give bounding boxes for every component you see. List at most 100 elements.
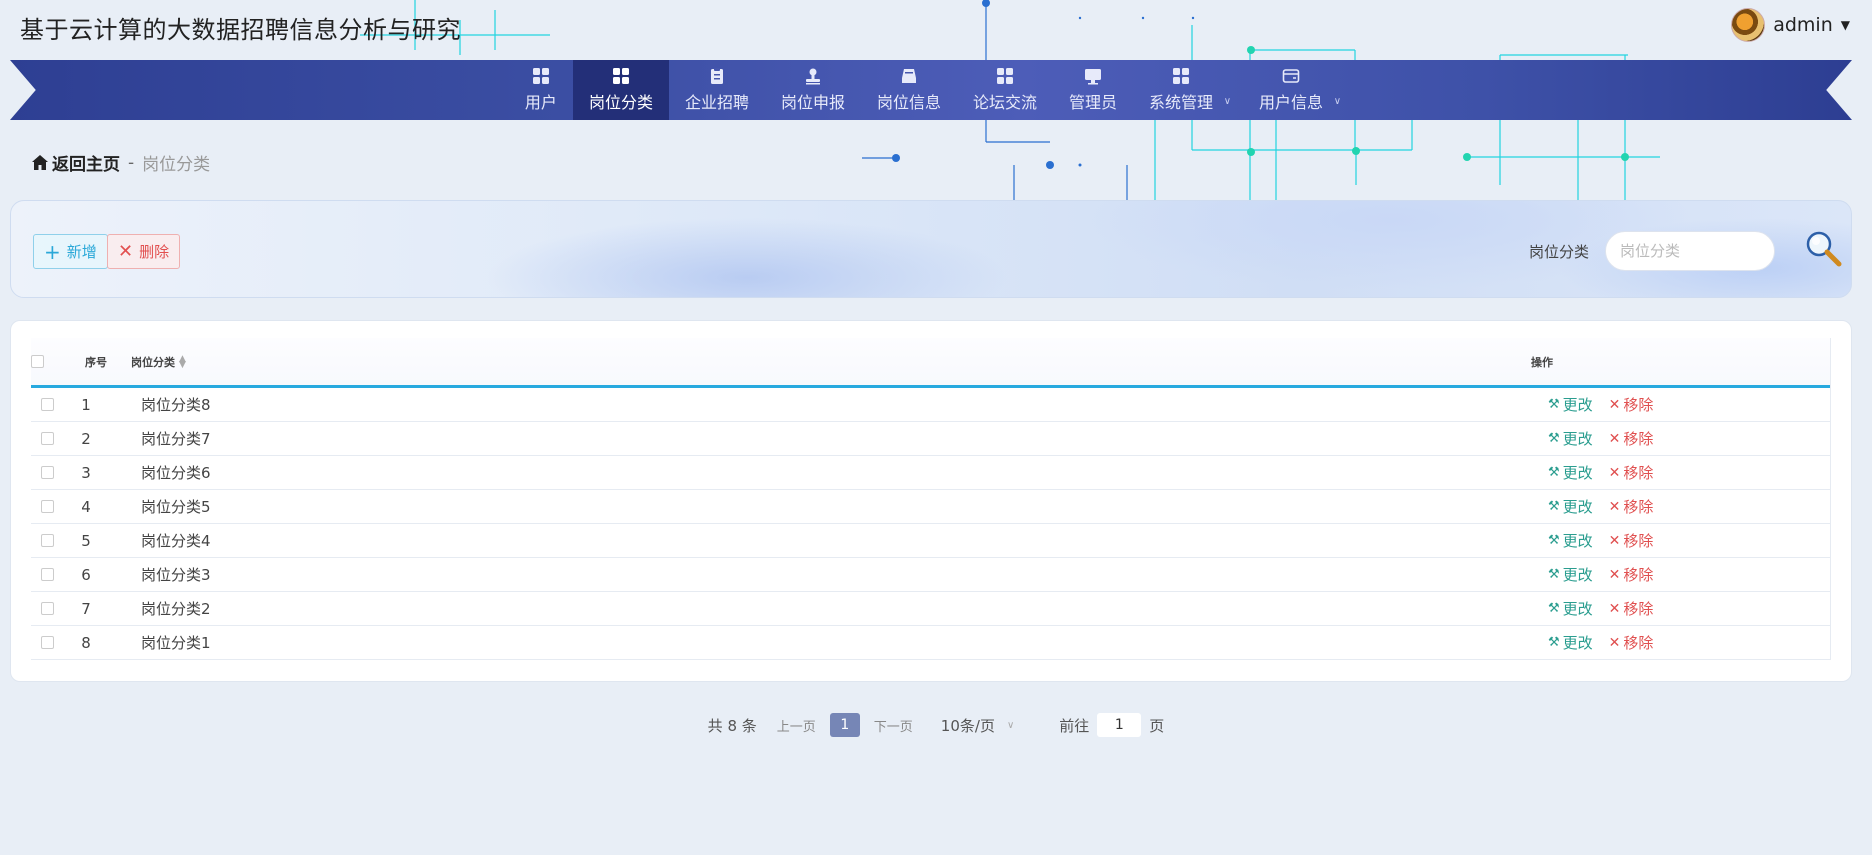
- row-index: 6: [81, 565, 91, 584]
- remove-button[interactable]: ✕ 移除: [1609, 530, 1654, 551]
- table-row[interactable]: 6 岗位分类3 ⚒ 更改 ✕ 移除: [31, 558, 1831, 592]
- row-name: 岗位分类6: [141, 464, 211, 482]
- close-icon: ✕: [1608, 634, 1621, 651]
- remove-button[interactable]: ✕ 移除: [1609, 632, 1654, 653]
- table-border: [1830, 338, 1831, 660]
- table-row[interactable]: 7 岗位分类2 ⚒ 更改 ✕ 移除: [31, 592, 1831, 626]
- remove-button[interactable]: ✕ 移除: [1609, 496, 1654, 517]
- edit-label: 更改: [1562, 532, 1593, 550]
- nav-item-job-category[interactable]: 岗位分类: [572, 60, 669, 120]
- edit-button[interactable]: ⚒ 更改: [1548, 564, 1593, 585]
- column-name[interactable]: 岗位分类 ▲ ▼: [131, 354, 186, 370]
- table-row[interactable]: 8 岗位分类1 ⚒ 更改 ✕ 移除: [31, 626, 1831, 660]
- sort-icon[interactable]: ▲ ▼: [179, 354, 186, 369]
- goto-page-input[interactable]: [1097, 713, 1142, 737]
- remove-button[interactable]: ✕ 移除: [1609, 564, 1654, 585]
- tools-icon: ⚒: [1548, 635, 1560, 650]
- nav-item-job-apply[interactable]: 岗位申报: [765, 60, 861, 120]
- table-row[interactable]: 2 岗位分类7 ⚒ 更改 ✕ 移除: [31, 422, 1831, 456]
- nav-item-users[interactable]: 用户: [509, 60, 573, 120]
- row-actions: ⚒ 更改 ✕ 移除: [1548, 530, 1653, 551]
- table-row[interactable]: 4 岗位分类5 ⚒ 更改 ✕ 移除: [31, 490, 1831, 524]
- row-checkbox[interactable]: [41, 398, 54, 411]
- inbox-icon: [901, 69, 916, 83]
- delete-button[interactable]: ✕ 删除: [107, 234, 181, 269]
- edit-label: 更改: [1562, 498, 1593, 516]
- edit-button[interactable]: ⚒ 更改: [1548, 428, 1593, 449]
- search-field-label: 岗位分类: [1529, 243, 1590, 261]
- home-icon: [32, 155, 48, 170]
- chevron-down-icon: ∨: [1223, 96, 1232, 107]
- tools-icon: ⚒: [1548, 533, 1560, 548]
- nav-item-admin[interactable]: 管理员: [1053, 60, 1133, 120]
- table-row[interactable]: 3 岗位分类6 ⚒ 更改 ✕ 移除: [31, 456, 1831, 490]
- row-name: 岗位分类5: [141, 498, 211, 516]
- nav-label: 管理员: [1069, 93, 1118, 112]
- nav-item-company-recruit[interactable]: 企业招聘: [669, 60, 765, 120]
- caret-down-icon[interactable]: ▼: [1841, 18, 1850, 32]
- edit-button[interactable]: ⚒ 更改: [1548, 462, 1593, 483]
- avatar[interactable]: [1731, 8, 1766, 42]
- row-checkbox[interactable]: [41, 466, 54, 479]
- search-input[interactable]: [1605, 231, 1775, 271]
- select-all-checkbox[interactable]: [31, 355, 44, 368]
- nav-label: 论坛交流: [973, 93, 1038, 112]
- goto-suffix: 页: [1149, 716, 1165, 735]
- row-checkbox[interactable]: [41, 602, 54, 615]
- grid-icon: [997, 68, 1013, 84]
- remove-button[interactable]: ✕ 移除: [1609, 428, 1654, 449]
- edit-button[interactable]: ⚒ 更改: [1548, 598, 1593, 619]
- row-actions: ⚒ 更改 ✕ 移除: [1548, 598, 1653, 619]
- nav-item-system[interactable]: 系统管理 ∨: [1133, 60, 1243, 120]
- edit-button[interactable]: ⚒ 更改: [1548, 394, 1593, 415]
- row-checkbox[interactable]: [41, 500, 54, 513]
- table-header: 序号 岗位分类 ▲ ▼ 操作: [31, 338, 1831, 388]
- row-checkbox[interactable]: [41, 568, 54, 581]
- edit-button[interactable]: ⚒ 更改: [1548, 530, 1593, 551]
- row-name: 岗位分类2: [141, 600, 211, 618]
- row-checkbox[interactable]: [41, 636, 54, 649]
- nav-label: 用户信息: [1259, 93, 1324, 112]
- remove-button[interactable]: ✕ 移除: [1609, 462, 1654, 483]
- user-name[interactable]: admin: [1773, 14, 1833, 36]
- column-index: 序号: [85, 355, 107, 369]
- nav-item-user-info[interactable]: 用户信息 ∨: [1243, 60, 1353, 120]
- row-checkbox[interactable]: [41, 432, 54, 445]
- row-name: 岗位分类4: [141, 532, 211, 550]
- tools-icon: ⚒: [1548, 465, 1560, 480]
- close-icon: ✕: [1608, 498, 1621, 515]
- breadcrumb-home[interactable]: 返回主页: [32, 150, 120, 175]
- user-menu[interactable]: admin ▼: [1731, 8, 1850, 42]
- row-actions: ⚒ 更改 ✕ 移除: [1548, 394, 1653, 415]
- edit-label: 更改: [1562, 600, 1593, 618]
- page-number-button[interactable]: 1: [829, 713, 860, 737]
- row-name: 岗位分类7: [141, 430, 211, 448]
- close-icon: ✕: [1608, 566, 1621, 583]
- page-size-select[interactable]: 10条/页 ∨: [941, 715, 1014, 736]
- nav-label: 岗位信息: [876, 93, 941, 112]
- nav-label: 岗位申报: [780, 93, 845, 112]
- table-row[interactable]: 1 岗位分类8 ⚒ 更改 ✕ 移除: [31, 388, 1831, 422]
- prev-page-button[interactable]: 上一页: [777, 716, 816, 735]
- nav-item-job-info[interactable]: 岗位信息: [861, 60, 957, 120]
- nav-item-forum[interactable]: 论坛交流: [957, 60, 1053, 120]
- breadcrumb-home-label[interactable]: 返回主页: [52, 150, 120, 175]
- search-icon[interactable]: [1801, 227, 1845, 271]
- table-row[interactable]: 5 岗位分类4 ⚒ 更改 ✕ 移除: [31, 524, 1831, 558]
- remove-button[interactable]: ✕ 移除: [1609, 394, 1654, 415]
- plus-icon: +: [44, 239, 61, 264]
- row-index: 7: [81, 599, 91, 618]
- row-actions: ⚒ 更改 ✕ 移除: [1548, 428, 1653, 449]
- remove-label: 移除: [1623, 498, 1654, 516]
- next-page-button[interactable]: 下一页: [874, 716, 913, 735]
- row-checkbox[interactable]: [41, 534, 54, 547]
- edit-button[interactable]: ⚒ 更改: [1548, 632, 1593, 653]
- remove-label: 移除: [1623, 464, 1654, 482]
- row-actions: ⚒ 更改 ✕ 移除: [1548, 462, 1653, 483]
- close-icon: ✕: [1608, 600, 1621, 617]
- row-index: 2: [81, 429, 91, 448]
- add-button[interactable]: + 新增: [33, 234, 108, 269]
- close-icon: ✕: [118, 240, 134, 262]
- remove-button[interactable]: ✕ 移除: [1609, 598, 1654, 619]
- edit-button[interactable]: ⚒ 更改: [1548, 496, 1593, 517]
